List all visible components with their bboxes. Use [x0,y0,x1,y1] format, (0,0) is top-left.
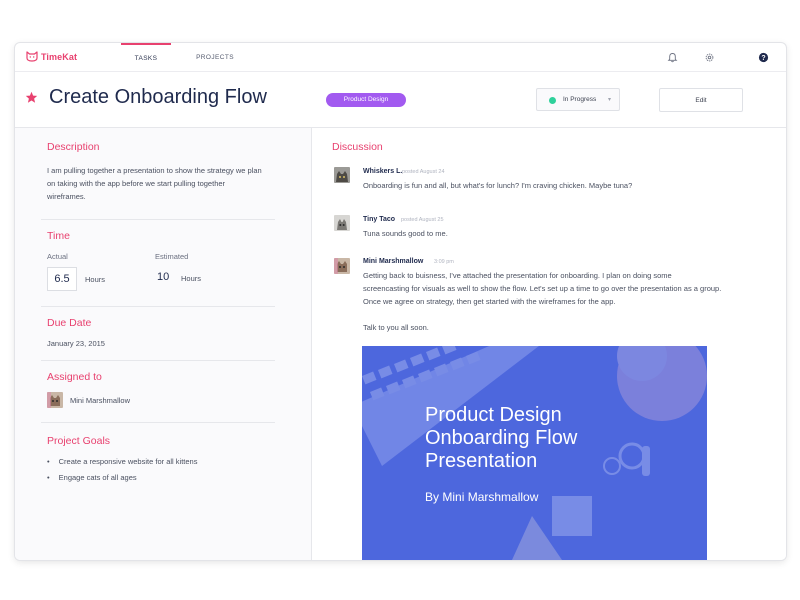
estimated-label: Estimated [155,252,189,261]
goal-item: Create a responsive website for all kitt… [47,457,198,466]
byline-prefix: By [425,490,440,504]
cat-logo-icon [26,51,38,62]
tag-badge[interactable]: Product Design [326,93,406,107]
message-text: screencasting for visuals as well to sho… [363,284,722,293]
star-icon[interactable] [25,91,38,104]
cat-avatar-icon [334,167,350,183]
status-indicator [549,97,556,104]
app-name: TimeKat [41,51,78,62]
message-closing: Talk to you all soon. [363,323,429,332]
top-nav: TimeKat TASKS PROJECTS ? [15,43,786,72]
divider [41,306,275,307]
actual-hours-field[interactable]: 6.5 [47,267,77,291]
presentation-title-line: Onboarding Flow [425,427,578,449]
message-timestamp: posted August 24 [402,169,445,175]
message-text: Onboarding is fun and all, but what's fo… [363,181,633,190]
status-dropdown[interactable]: In Progress ▾ [536,88,620,111]
presentation-title: Product Design Onboarding Flow Presentat… [425,404,685,473]
avatar[interactable] [334,215,350,231]
chevron-down-icon: ▾ [607,97,611,103]
due-date-value: January 23, 2015 [47,339,105,348]
cat-avatar-icon [334,215,350,231]
message-timestamp: posted August 25 [401,217,444,223]
estimated-unit: Hours [181,274,202,283]
bell-icon[interactable] [667,52,678,63]
avatar[interactable] [334,167,350,183]
divider [41,219,275,220]
message-timestamp: 3:09 pm [434,259,454,265]
avatar[interactable] [334,258,350,274]
divider [41,422,275,423]
actual-label: Actual [47,252,68,261]
tab-tasks[interactable]: TASKS [121,43,171,72]
due-date-heading: Due Date [47,317,92,329]
description-line: wireframes. [47,192,86,201]
goal-item: Engage cats of all ages [47,473,137,482]
goals-heading: Project Goals [47,435,111,447]
help-icon[interactable]: ? [758,52,769,63]
message-text: Tuna sounds good to me. [363,229,448,238]
task-header: Create Onboarding Flow Product Design In… [15,72,786,128]
message-author[interactable]: Tiny Taco [363,216,395,223]
details-panel: Description I am pulling together a pres… [15,128,312,560]
edit-button[interactable]: Edit [659,88,743,112]
page-title: Create Onboarding Flow [49,86,267,108]
byline-name: Mini Marshmallow [442,490,539,504]
presentation-attachment[interactable]: Product Design Onboarding Flow Presentat… [362,346,707,560]
presentation-byline: By Mini Marshmallow [425,490,538,504]
actual-unit: Hours [85,275,106,284]
message-author[interactable]: Whiskers L. [363,168,402,175]
svg-text:?: ? [761,55,765,62]
logo[interactable]: TimeKat [26,51,77,62]
description-line: on taking with the app before we start p… [47,179,226,188]
discussion-panel: Discussion Whiskers L. posted August 24 … [312,128,786,560]
status-label: In Progress [563,96,597,103]
discussion-heading: Discussion [332,141,383,153]
message-text: Once we agree on strategy, then get star… [363,297,616,306]
cat-avatar-icon [47,392,63,408]
tab-projects[interactable]: PROJECTS [190,43,240,72]
divider [41,360,275,361]
app-window: TimeKat TASKS PROJECTS ? Create Onboardi… [15,43,786,560]
message-author[interactable]: Mini Marshmallow [363,258,423,265]
estimated-hours: 10 [157,271,170,283]
presentation-title-line: Product Design [425,404,562,426]
gear-icon[interactable] [704,52,715,63]
assigned-heading: Assigned to [47,371,102,383]
message-text: Getting back to buisness, I've attached … [363,271,672,280]
description-heading: Description [47,141,100,153]
description-line: I am pulling together a presentation to … [47,166,262,175]
assignee-name[interactable]: Mini Marshmallow [70,394,130,407]
time-heading: Time [47,230,70,242]
cat-avatar-icon [334,258,350,274]
avatar[interactable] [47,392,63,408]
presentation-title-line: Presentation [425,450,538,472]
